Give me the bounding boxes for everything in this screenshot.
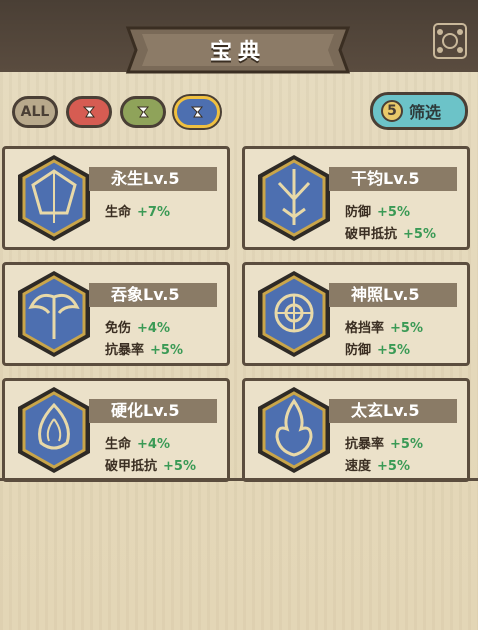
treasure-card-qianjun[interactable]: 干钧Lv.5 防御 +5% 破甲抵抗 +5% — [242, 146, 470, 250]
stat-label: 防御 — [345, 343, 372, 358]
stat-value: +5% — [377, 343, 410, 358]
filter-all-label: ALL — [20, 104, 50, 120]
stat-value: +5% — [390, 321, 423, 336]
stat-row: 抗暴率 +5% — [105, 339, 183, 358]
filter-all-button[interactable]: ALL — [12, 96, 58, 128]
stat-value: +4% — [137, 321, 170, 336]
filter-tabs: ALL — [12, 96, 220, 130]
stat-label: 速度 — [345, 459, 372, 474]
rune-icon — [82, 106, 96, 118]
screen-filter-button[interactable]: 5 筛选 — [370, 92, 468, 130]
treasure-card-shenzhao[interactable]: 神照Lv.5 格挡率 +5% 防御 +5% — [242, 262, 470, 366]
stat-row: 防御 +5% — [345, 201, 410, 220]
stat-value: +5% — [390, 437, 423, 452]
wings-emblem-icon — [15, 269, 93, 359]
trident-emblem-icon — [255, 153, 333, 243]
stat-label: 防御 — [345, 205, 372, 220]
stat-value: +5% — [150, 343, 183, 358]
treasure-card-yinghua[interactable]: 硬化Lv.5 生命 +4% 破甲抵抗 +5% — [2, 378, 230, 482]
title-banner: 宝典 — [118, 20, 358, 82]
stat-value: +5% — [163, 459, 196, 474]
section-divider — [0, 478, 478, 481]
page-title: 宝典 — [209, 40, 266, 65]
card-name: 吞象Lv.5 — [89, 283, 217, 307]
screen-label: 筛选 — [409, 103, 442, 122]
stat-row: 格挡率 +5% — [345, 317, 423, 336]
treasure-card-yongsheng[interactable]: 永生Lv.5 生命 +7% — [2, 146, 230, 250]
filter-red-button[interactable] — [66, 96, 112, 128]
filter-green-button[interactable] — [120, 96, 166, 128]
card-name: 神照Lv.5 — [329, 283, 457, 307]
card-name: 太玄Lv.5 — [329, 399, 457, 423]
stat-row: 抗暴率 +5% — [345, 433, 423, 452]
card-name: 干钧Lv.5 — [329, 167, 457, 191]
stat-row: 速度 +5% — [345, 455, 410, 474]
rune-icon — [190, 106, 204, 118]
stat-label: 破甲抵抗 — [345, 227, 398, 242]
card-name: 永生Lv.5 — [89, 167, 217, 191]
rune-icon — [136, 106, 150, 118]
stat-row: 破甲抵抗 +5% — [105, 455, 196, 474]
treasure-card-tunxiang[interactable]: 吞象Lv.5 免伤 +4% 抗暴率 +5% — [2, 262, 230, 366]
stat-value: +7% — [137, 205, 170, 220]
sun-wheel-emblem-icon — [255, 269, 333, 359]
card-name: 硬化Lv.5 — [89, 399, 217, 423]
filter-blue-button[interactable] — [174, 96, 220, 128]
stat-label: 生命 — [105, 437, 132, 452]
stat-label: 生命 — [105, 205, 132, 220]
settings-gear-icon[interactable] — [430, 18, 470, 64]
stat-row: 防御 +5% — [345, 339, 410, 358]
stat-value: +5% — [377, 459, 410, 474]
stat-value: +4% — [137, 437, 170, 452]
stat-row: 生命 +7% — [105, 201, 170, 220]
treasure-card-taixuan[interactable]: 太玄Lv.5 抗暴率 +5% 速度 +5% — [242, 378, 470, 482]
flame-emblem-icon — [15, 385, 93, 475]
stat-label: 抗暴率 — [345, 437, 385, 452]
stat-label: 破甲抵抗 — [105, 459, 158, 474]
stat-label: 免伤 — [105, 321, 132, 336]
stat-row: 免伤 +4% — [105, 317, 170, 336]
star-emblem-icon — [15, 153, 93, 243]
screen-count-badge: 5 — [381, 100, 403, 122]
stat-label: 抗暴率 — [105, 343, 145, 358]
stat-value: +5% — [403, 227, 436, 242]
fire-emblem-icon — [255, 385, 333, 475]
stat-row: 生命 +4% — [105, 433, 170, 452]
stat-row: 破甲抵抗 +5% — [345, 223, 436, 242]
stat-value: +5% — [377, 205, 410, 220]
stat-label: 格挡率 — [345, 321, 385, 336]
